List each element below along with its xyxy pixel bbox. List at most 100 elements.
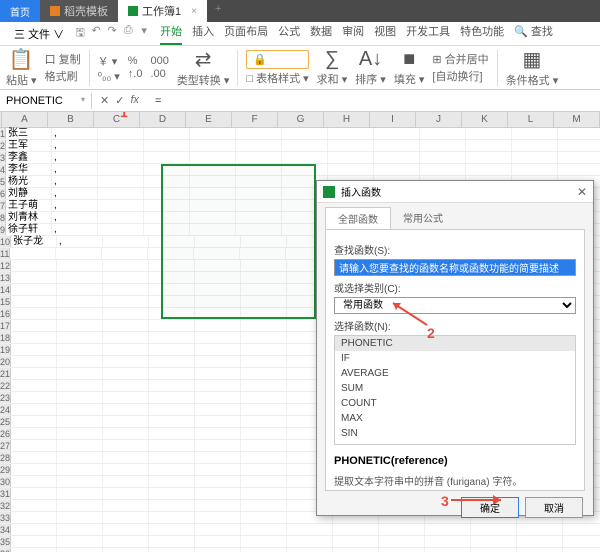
cell[interactable] bbox=[57, 548, 103, 552]
cell[interactable] bbox=[374, 128, 420, 139]
cell[interactable] bbox=[195, 344, 241, 355]
col-K[interactable]: K bbox=[462, 112, 508, 127]
cell[interactable] bbox=[11, 332, 57, 343]
copy-button[interactable]: 口 复制 bbox=[45, 51, 81, 67]
cell[interactable] bbox=[103, 260, 149, 271]
cell[interactable] bbox=[57, 320, 103, 331]
cell[interactable] bbox=[195, 488, 241, 499]
cell[interactable] bbox=[11, 476, 57, 487]
cell[interactable] bbox=[420, 152, 466, 163]
category-select[interactable]: 常用函数 bbox=[334, 297, 576, 314]
cell[interactable] bbox=[195, 440, 241, 451]
table-style[interactable]: □ 表格样式 ▾ bbox=[246, 70, 308, 86]
cell[interactable] bbox=[241, 380, 287, 391]
cell[interactable] bbox=[241, 488, 287, 499]
row-header[interactable]: 30 bbox=[0, 476, 11, 487]
cell[interactable] bbox=[144, 140, 190, 151]
cell[interactable] bbox=[195, 548, 241, 552]
row-header[interactable]: 27 bbox=[0, 440, 11, 451]
cell[interactable] bbox=[11, 272, 57, 283]
cell[interactable] bbox=[241, 500, 287, 511]
cell[interactable] bbox=[420, 140, 466, 151]
cell[interactable] bbox=[241, 428, 287, 439]
cell[interactable] bbox=[195, 368, 241, 379]
cell[interactable] bbox=[11, 512, 57, 523]
cell[interactable]: 刘静 bbox=[6, 188, 52, 199]
cell[interactable] bbox=[190, 128, 236, 139]
cell[interactable] bbox=[333, 548, 379, 552]
cell[interactable] bbox=[425, 536, 471, 547]
cell[interactable] bbox=[11, 344, 57, 355]
list-item[interactable]: SUMIF bbox=[335, 441, 575, 445]
row-header[interactable]: 18 bbox=[0, 332, 11, 343]
row-header[interactable]: 19 bbox=[0, 344, 11, 355]
tab-home[interactable]: 首页 bbox=[0, 0, 40, 22]
cell[interactable] bbox=[57, 452, 103, 463]
cell[interactable] bbox=[149, 440, 195, 451]
cell[interactable]: , bbox=[52, 164, 98, 175]
cell[interactable] bbox=[195, 332, 241, 343]
cell[interactable] bbox=[236, 140, 282, 151]
cell[interactable] bbox=[11, 356, 57, 367]
tab-common-formulas[interactable]: 常用公式 bbox=[391, 207, 455, 229]
cell[interactable] bbox=[241, 320, 287, 331]
cell[interactable] bbox=[57, 356, 103, 367]
cell[interactable] bbox=[333, 536, 379, 547]
qa-print-icon[interactable]: ⎙ bbox=[122, 24, 134, 43]
cell[interactable]: , bbox=[52, 128, 98, 139]
row-header[interactable]: 13 bbox=[0, 272, 11, 283]
row-header[interactable]: 17 bbox=[0, 320, 11, 331]
cell[interactable] bbox=[466, 128, 512, 139]
cell[interactable]: 刘青林 bbox=[6, 212, 52, 223]
cell[interactable] bbox=[149, 332, 195, 343]
cell[interactable] bbox=[149, 392, 195, 403]
cell[interactable] bbox=[57, 500, 103, 511]
cell[interactable] bbox=[287, 548, 333, 552]
row-header[interactable]: 16 bbox=[0, 308, 11, 319]
cell[interactable] bbox=[420, 164, 466, 175]
row-header[interactable]: 23 bbox=[0, 392, 11, 403]
row-header[interactable]: 11 bbox=[0, 248, 10, 259]
tab-data[interactable]: 数据 bbox=[310, 23, 332, 45]
tab-view[interactable]: 视图 bbox=[374, 23, 396, 45]
cell[interactable] bbox=[11, 500, 57, 511]
cell[interactable] bbox=[149, 536, 195, 547]
col-E[interactable]: E bbox=[186, 112, 232, 127]
cell[interactable]: 徐子轩 bbox=[6, 224, 52, 235]
cell[interactable] bbox=[57, 284, 103, 295]
col-M[interactable]: M bbox=[554, 112, 600, 127]
tab-special[interactable]: 特色功能 bbox=[460, 23, 504, 45]
cell[interactable] bbox=[103, 404, 149, 415]
cell[interactable] bbox=[379, 536, 425, 547]
cell[interactable] bbox=[374, 164, 420, 175]
fx-cancel-icon[interactable]: ✕ bbox=[100, 94, 109, 107]
cell[interactable] bbox=[98, 140, 144, 151]
cell[interactable] bbox=[11, 488, 57, 499]
cell[interactable] bbox=[56, 248, 102, 259]
tab-formula[interactable]: 公式 bbox=[278, 23, 300, 45]
cell[interactable] bbox=[149, 356, 195, 367]
row-header[interactable]: 15 bbox=[0, 296, 11, 307]
cell[interactable] bbox=[517, 548, 563, 552]
cell[interactable] bbox=[471, 548, 517, 552]
cell[interactable] bbox=[57, 380, 103, 391]
tab-dev[interactable]: 开发工具 bbox=[406, 23, 450, 45]
cell[interactable] bbox=[512, 164, 558, 175]
cell[interactable] bbox=[149, 464, 195, 475]
cell[interactable] bbox=[11, 380, 57, 391]
cell[interactable] bbox=[236, 128, 282, 139]
cell[interactable] bbox=[11, 440, 57, 451]
qa-undo-icon[interactable]: ↶ bbox=[90, 24, 102, 43]
cell[interactable] bbox=[149, 368, 195, 379]
cell[interactable] bbox=[512, 152, 558, 163]
cell[interactable] bbox=[241, 440, 287, 451]
cell[interactable] bbox=[10, 248, 56, 259]
currency-button[interactable]: ￥ ▾ bbox=[98, 53, 120, 69]
cell[interactable] bbox=[374, 152, 420, 163]
decimal-inc[interactable]: ↑.0 bbox=[128, 68, 143, 80]
col-L[interactable]: L bbox=[508, 112, 554, 127]
row-header[interactable]: 29 bbox=[0, 464, 11, 475]
cell[interactable] bbox=[512, 128, 558, 139]
cell[interactable] bbox=[103, 500, 149, 511]
row-header[interactable]: 32 bbox=[0, 500, 11, 511]
